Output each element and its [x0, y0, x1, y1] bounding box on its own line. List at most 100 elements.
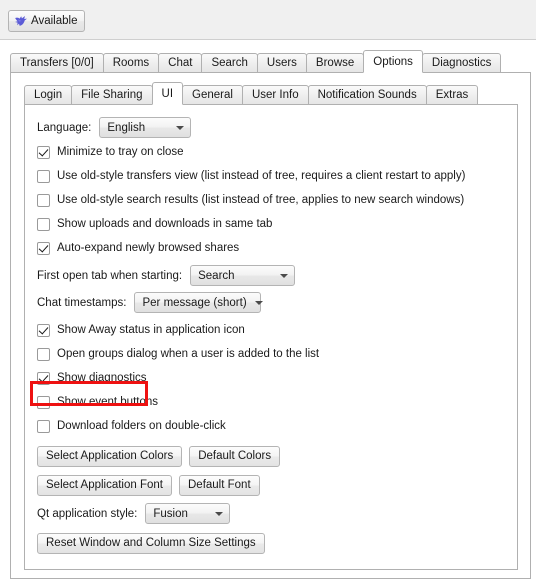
- language-row: Language: English: [37, 115, 511, 140]
- checkbox-row-show-away-status-in-application-icon[interactable]: Show Away status in application icon: [37, 318, 511, 342]
- subtab-login[interactable]: Login: [24, 85, 73, 105]
- checkbox-row-show-diagnostics[interactable]: Show diagnostics: [37, 366, 511, 390]
- checkbox-row-auto-expand-newly-browsed-shares[interactable]: Auto-expand newly browsed shares: [37, 236, 511, 260]
- first-open-tab-label: First open tab when starting:: [37, 269, 183, 282]
- tab-rooms[interactable]: Rooms: [102, 53, 160, 73]
- select-application-font-button[interactable]: Select Application Font: [37, 474, 172, 496]
- tab-label: Transfers [0/0]: [20, 57, 94, 69]
- tab-users[interactable]: Users: [256, 53, 307, 73]
- language-combobox[interactable]: English: [99, 117, 192, 138]
- language-label: Language:: [37, 121, 92, 134]
- ui-checkbox-group-primary: Minimize to tray on close Use old-style t…: [37, 140, 511, 260]
- checkbox-label: Auto-expand newly browsed shares: [57, 242, 240, 254]
- application-window: Available Transfers [0/0] Rooms Chat Search…: [0, 0, 536, 587]
- reset-window-and-column-size-settings-button[interactable]: Reset Window and Column Size Settings: [37, 532, 265, 554]
- checkbox-empty-icon[interactable]: [37, 193, 50, 207]
- subtab-ui[interactable]: UI: [151, 82, 184, 105]
- checkbox-label: Show Away status in application icon: [57, 324, 245, 336]
- checkbox-row-show-event-buttons[interactable]: Show event buttons: [37, 390, 511, 414]
- chevron-down-icon: [176, 125, 185, 130]
- chat-timestamps-label: Chat timestamps:: [37, 296, 127, 309]
- tab-diagnostics[interactable]: Diagnostics: [421, 53, 502, 73]
- default-colors-button[interactable]: Default Colors: [189, 445, 281, 467]
- default-font-button[interactable]: Default Font: [179, 474, 260, 496]
- font-button-row: Select Application Font Default Font: [37, 472, 511, 498]
- subtab-user-info[interactable]: User Info: [241, 85, 309, 105]
- colors-button-row: Select Application Colors Default Colors: [37, 443, 511, 469]
- subtab-notification-sounds[interactable]: Notification Sounds: [307, 85, 427, 105]
- tab-label: Chat: [168, 57, 193, 69]
- availability-status-button[interactable]: Available: [8, 10, 86, 32]
- options-sub-tab-widget: Login File Sharing UI General User Info Notif…: [24, 82, 518, 571]
- tab-label: General: [192, 89, 233, 101]
- options-tab-page: Login File Sharing UI General User Info Notif…: [10, 72, 531, 579]
- chevron-down-icon: [254, 300, 263, 305]
- checkbox-label: Use old-style transfers view (list inste…: [57, 170, 466, 182]
- checkbox-empty-icon[interactable]: [37, 169, 50, 183]
- checkbox-label: Show diagnostics: [57, 372, 147, 384]
- tab-label: Users: [266, 57, 297, 69]
- checkmark-icon[interactable]: [37, 241, 50, 255]
- qt-style-row: Qt application style: Fusion: [37, 501, 511, 526]
- tab-label: Rooms: [112, 57, 150, 69]
- tab-label: Options: [373, 55, 413, 68]
- checkbox-row-download-folders-on-double-click[interactable]: Download folders on double-click: [37, 414, 511, 438]
- chat-timestamps-row: Chat timestamps: Per message (short): [37, 290, 511, 315]
- checkbox-row-open-groups-dialog-when-a-user-is-added-to-the-l[interactable]: Open groups dialog when a user is added …: [37, 342, 511, 366]
- select-application-colors-button[interactable]: Select Application Colors: [37, 445, 183, 467]
- checkbox-row-show-uploads-and-downloads-in-same-tab[interactable]: Show uploads and downloads in same tab: [37, 212, 511, 236]
- tab-search[interactable]: Search: [201, 53, 258, 73]
- subtab-general[interactable]: General: [182, 85, 243, 105]
- first-open-tab-combobox-value: Search: [198, 269, 235, 282]
- options-sub-tab-bar: Login File Sharing UI General User Info Notif…: [24, 82, 518, 105]
- first-open-tab-row: First open tab when starting: Search: [37, 263, 511, 288]
- tab-label: Search: [211, 57, 248, 69]
- checkmark-icon[interactable]: [37, 323, 50, 337]
- subtab-file-sharing[interactable]: File Sharing: [71, 85, 153, 105]
- tab-label: Browse: [315, 57, 355, 69]
- checkbox-label: Open groups dialog when a user is added …: [57, 348, 320, 360]
- checkbox-empty-icon[interactable]: [37, 419, 50, 433]
- qt-style-label: Qt application style:: [37, 507, 138, 520]
- tab-transfers-0-0[interactable]: Transfers [0/0]: [10, 53, 104, 73]
- checkbox-label: Show uploads and downloads in same tab: [57, 218, 273, 230]
- checkbox-row-use-old-style-transfers-view-list-instead-of-tre[interactable]: Use old-style transfers view (list inste…: [37, 164, 511, 188]
- chevron-down-icon: [215, 511, 224, 516]
- availability-status-label: Available: [31, 15, 78, 27]
- checkmark-icon[interactable]: [37, 371, 50, 385]
- tab-label: Extras: [435, 89, 469, 101]
- qt-style-combobox-value: Fusion: [153, 507, 188, 520]
- checkbox-empty-icon[interactable]: [37, 217, 50, 231]
- subtab-extras[interactable]: Extras: [425, 85, 479, 105]
- checkbox-empty-icon[interactable]: [37, 395, 50, 409]
- checkbox-label: Show event buttons: [57, 396, 159, 408]
- chat-timestamps-combobox-value: Per message (short): [142, 296, 247, 309]
- checkbox-row-use-old-style-search-results-list-instead-of-tre[interactable]: Use old-style search results (list inste…: [37, 188, 511, 212]
- checkbox-label: Download folders on double-click: [57, 420, 226, 432]
- tab-chat[interactable]: Chat: [158, 53, 203, 73]
- first-open-tab-combobox[interactable]: Search: [190, 265, 296, 286]
- bird-icon: [15, 16, 27, 26]
- checkmark-icon[interactable]: [37, 145, 50, 159]
- checkbox-row-minimize-to-tray-on-close[interactable]: Minimize to tray on close: [37, 140, 511, 164]
- status-toolbar: Available: [0, 0, 536, 40]
- checkbox-empty-icon[interactable]: [37, 347, 50, 361]
- tab-label: Diagnostics: [431, 57, 492, 69]
- main-tab-widget: Transfers [0/0] Rooms Chat Search Users Brows…: [10, 50, 531, 580]
- tab-browse[interactable]: Browse: [305, 53, 365, 73]
- language-combobox-value: English: [107, 121, 146, 134]
- tab-label: File Sharing: [81, 89, 143, 101]
- tab-label: Login: [34, 89, 63, 101]
- tab-options[interactable]: Options: [363, 50, 423, 73]
- qt-style-combobox[interactable]: Fusion: [145, 503, 231, 524]
- ui-settings-page: Language: English Minimize to tray on cl…: [24, 104, 518, 570]
- ui-checkbox-group-secondary: Show Away status in application icon Open…: [37, 318, 511, 438]
- checkbox-label: Use old-style search results (list inste…: [57, 194, 465, 206]
- tab-label: User Info: [251, 89, 299, 101]
- checkbox-label: Minimize to tray on close: [57, 146, 184, 158]
- tab-label: UI: [161, 87, 174, 100]
- chat-timestamps-combobox[interactable]: Per message (short): [134, 292, 263, 313]
- ui-settings-form: Language: English Minimize to tray on cl…: [37, 115, 511, 556]
- tab-label: Notification Sounds: [317, 89, 417, 101]
- chevron-down-icon: [280, 273, 289, 278]
